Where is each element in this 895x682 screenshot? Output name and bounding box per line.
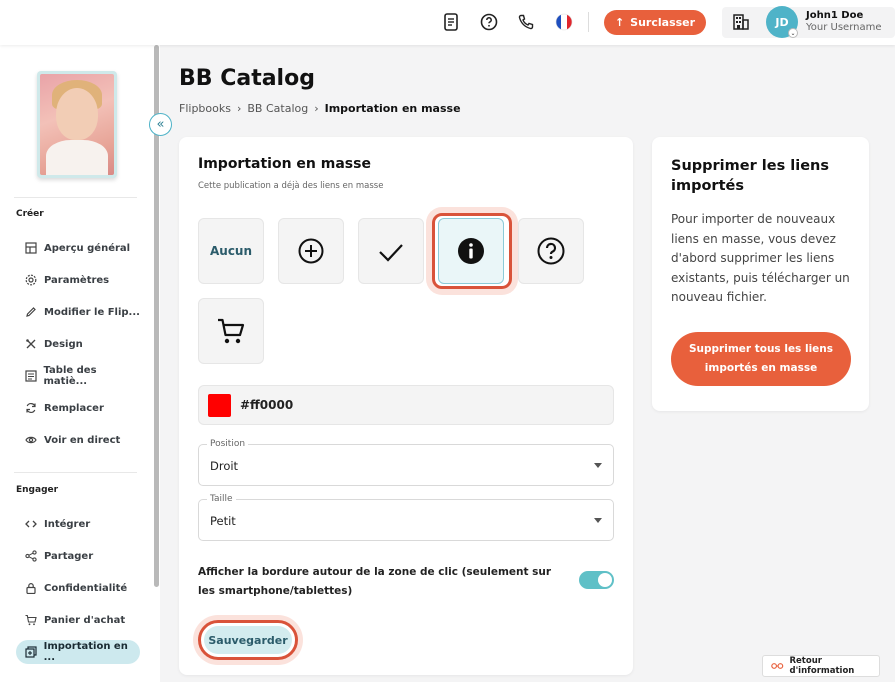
- import-icon: [24, 645, 38, 659]
- breadcrumb: Flipbooks › BB Catalog › Importation en …: [179, 102, 461, 115]
- icon-option-none-label: Aucun: [209, 244, 253, 258]
- code-icon: [24, 517, 38, 531]
- info-icon: [458, 238, 484, 264]
- sidebar-item-replace[interactable]: Remplacer: [16, 396, 140, 420]
- sidebar-item-shopping-cart[interactable]: Panier d'achat: [16, 608, 140, 632]
- save-button[interactable]: Sauvegarder: [204, 626, 292, 654]
- pencil-icon: [24, 305, 38, 319]
- icon-option-none[interactable]: Aucun: [198, 218, 264, 284]
- breadcrumb-link-flipbooks[interactable]: Flipbooks: [179, 102, 231, 115]
- language-flag-icon[interactable]: [554, 12, 574, 32]
- plus-circle-icon: [298, 238, 324, 264]
- color-picker-field[interactable]: #ff0000: [198, 385, 614, 425]
- sidebar-item-design[interactable]: Design: [16, 332, 140, 356]
- dropdown-caret-icon: [594, 463, 602, 468]
- border-toggle-label: Afficher la bordure autour de la zone de…: [198, 566, 552, 597]
- card-title: Importation en masse: [198, 156, 371, 172]
- sidebar-item-table-of-contents[interactable]: Table des matiè...: [16, 364, 140, 388]
- sidebar-section-create: Créer: [16, 209, 44, 219]
- settings-icon: [24, 273, 38, 287]
- sidebar-divider: [14, 197, 137, 198]
- collapse-sidebar-icon[interactable]: «: [149, 113, 172, 136]
- sidebar-divider: [14, 472, 137, 473]
- share-icon: [24, 549, 38, 563]
- dropdown-caret-icon: [594, 518, 602, 523]
- table-of-contents-icon: [24, 369, 38, 383]
- position-select[interactable]: Position Droit: [198, 439, 614, 486]
- refresh-icon: [24, 401, 38, 415]
- sidebar-item-embed[interactable]: Intégrer: [16, 512, 140, 536]
- upgrade-label: Surclasser: [630, 16, 696, 29]
- position-value: Droit: [210, 459, 239, 473]
- sidebar-item-share[interactable]: Partager: [16, 544, 140, 568]
- topbar-divider: [588, 12, 589, 32]
- feedback-button[interactable]: Retour d'information: [762, 655, 880, 677]
- sidebar-item-label: Confidentialité: [44, 582, 128, 594]
- icon-option-question[interactable]: [518, 218, 584, 284]
- delete-all-links-button[interactable]: Supprimer tous les liens importés en mas…: [671, 332, 851, 386]
- upgrade-button[interactable]: ↑ Surclasser: [604, 10, 706, 35]
- building-icon[interactable]: [731, 12, 751, 32]
- avatar-initials: JD: [775, 15, 789, 29]
- phone-icon[interactable]: [516, 12, 536, 32]
- breadcrumb-link-catalog[interactable]: BB Catalog: [247, 102, 308, 115]
- color-value: #ff0000: [240, 398, 294, 412]
- sidebar-item-label: Intégrer: [44, 518, 91, 530]
- user-username: Your Username: [806, 22, 882, 33]
- question-icon: [537, 237, 565, 265]
- sidebar-item-settings[interactable]: Paramètres: [16, 268, 140, 292]
- document-icon[interactable]: [441, 12, 461, 32]
- grid-icon: [24, 241, 38, 255]
- sidebar-item-edit-flipbook[interactable]: Modifier le Flip...: [16, 300, 140, 324]
- user-name: John1 Doe: [806, 10, 864, 21]
- cart-icon: [24, 613, 38, 627]
- size-label: Taille: [207, 494, 236, 504]
- color-swatch[interactable]: [208, 394, 231, 417]
- chevron-down-icon[interactable]: ⌄: [788, 28, 798, 38]
- card-subtitle: Cette publication a déjà des liens en ma…: [198, 181, 384, 191]
- sidebar-item-label: Partager: [44, 550, 94, 562]
- feedback-icon: [771, 663, 784, 669]
- top-bar: ↑ Surclasser JD ⌄ John1 Doe Your Usernam…: [0, 0, 895, 45]
- size-select[interactable]: Taille Petit: [198, 494, 614, 541]
- help-icon[interactable]: [479, 12, 499, 32]
- sidebar-item-label: Modifier le Flip...: [44, 306, 140, 318]
- border-toggle[interactable]: [579, 571, 614, 589]
- sidebar-item-label: Paramètres: [44, 274, 110, 286]
- icon-option-cart[interactable]: [198, 298, 264, 364]
- sidebar-item-label: Aperçu général: [44, 242, 131, 254]
- publication-cover-thumbnail[interactable]: [37, 71, 117, 178]
- size-value: Petit: [210, 514, 236, 528]
- delete-card-title: Supprimer les liens importés: [671, 158, 829, 194]
- sidebar-item-label: Design: [44, 338, 83, 350]
- sidebar-item-label: Panier d'achat: [44, 614, 126, 626]
- design-tools-icon: [24, 337, 38, 351]
- sidebar-item-label: Voir en direct: [44, 434, 121, 446]
- icon-option-info[interactable]: [438, 218, 504, 284]
- page-title: BB Catalog: [179, 66, 315, 91]
- chevron-right-icon: ›: [236, 102, 242, 115]
- breadcrumb-current: Importation en masse: [324, 102, 461, 115]
- sidebar-item-bulk-import[interactable]: Importation en ...: [16, 640, 140, 664]
- cart-icon: [218, 318, 245, 344]
- chevron-right-icon: ›: [314, 102, 319, 115]
- sidebar-item-label: Importation en ...: [43, 641, 128, 663]
- icon-option-plus[interactable]: [278, 218, 344, 284]
- check-icon: [379, 244, 403, 262]
- eye-icon: [24, 433, 38, 447]
- position-label: Position: [207, 439, 249, 449]
- delete-card-text: Pour importer de nouveaux liens en masse…: [671, 212, 850, 304]
- arrow-up-icon: ↑: [614, 16, 625, 29]
- sidebar-item-label: Table des matiè...: [43, 365, 97, 387]
- sidebar-section-engage: Engager: [16, 485, 59, 495]
- sidebar-item-privacy[interactable]: Confidentialité: [16, 576, 140, 600]
- sidebar-item-label: Remplacer: [44, 402, 104, 414]
- toggle-knob: [598, 573, 612, 587]
- sidebar-item-overview[interactable]: Aperçu général: [16, 236, 140, 260]
- sidebar-item-view-live[interactable]: Voir en direct: [16, 428, 140, 452]
- icon-option-check[interactable]: [358, 218, 424, 284]
- feedback-label: Retour d'information: [789, 656, 855, 676]
- lock-icon: [24, 581, 38, 595]
